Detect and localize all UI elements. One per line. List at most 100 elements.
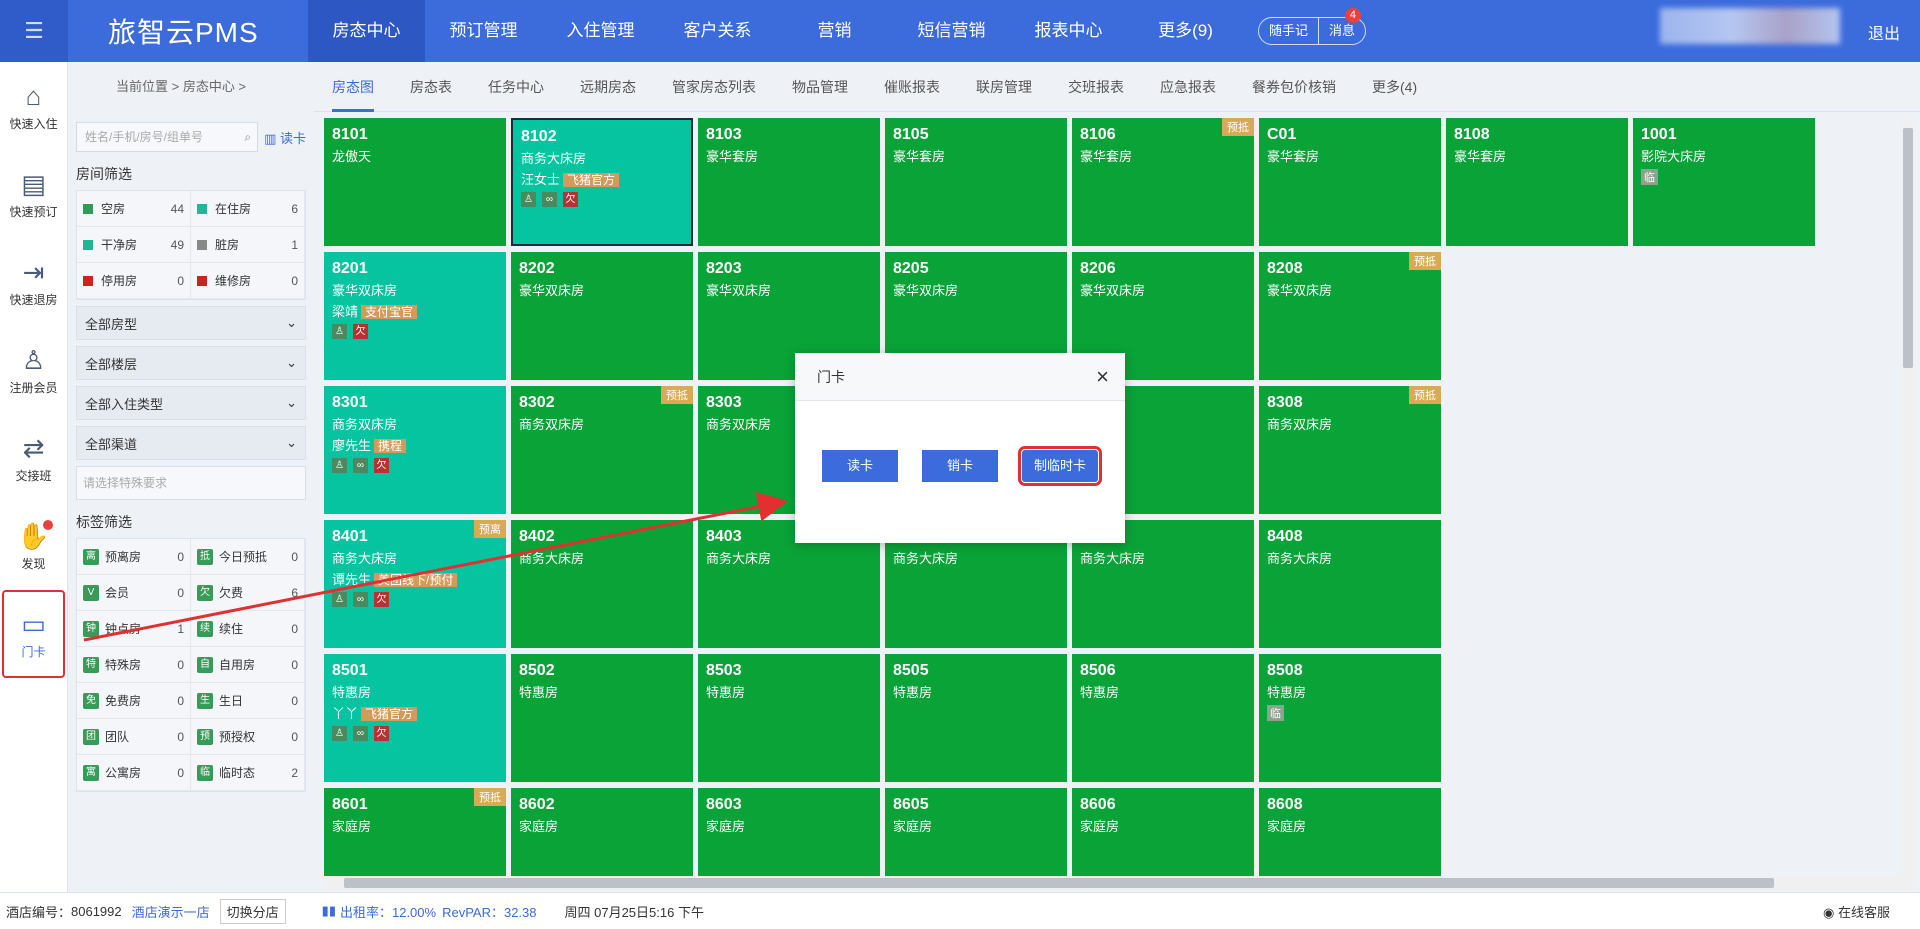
tag-filter-item[interactable]: 临 临时态 2 bbox=[191, 755, 305, 791]
room-card[interactable]: 8101 龙傲天 bbox=[324, 118, 506, 246]
room-card[interactable]: 8506 特惠房 bbox=[1072, 654, 1254, 782]
room-card[interactable]: 8301 商务双床房 廖先生 携程 ♙ ∞ 欠 bbox=[324, 386, 506, 514]
tag-filter-item[interactable]: V 会员 0 bbox=[77, 575, 191, 611]
tag-filter-item[interactable]: 钟 钟点房 1 bbox=[77, 611, 191, 647]
room-card[interactable]: 8605 家庭房 bbox=[885, 788, 1067, 878]
room-filter-item[interactable]: 脏房 1 bbox=[191, 227, 305, 263]
filter-select[interactable]: 全部房型 ⌄ bbox=[76, 306, 306, 340]
room-filter-item[interactable]: 维修房 0 bbox=[191, 263, 305, 299]
tag-filter-item[interactable]: 生 生日 0 bbox=[191, 683, 305, 719]
room-card[interactable]: 1001 影院大床房临 bbox=[1633, 118, 1815, 246]
filter-select[interactable]: 全部渠道 ⌄ bbox=[76, 426, 306, 460]
tag-filter-item[interactable]: 团 团队 0 bbox=[77, 719, 191, 755]
rail-item[interactable]: ▤ 快速预订 bbox=[0, 150, 67, 238]
horizontal-scroll-thumb[interactable] bbox=[344, 878, 1774, 888]
tag-filter-item[interactable]: 免 免费房 0 bbox=[77, 683, 191, 719]
room-card[interactable]: 8508 特惠房临 bbox=[1259, 654, 1441, 782]
search-input[interactable]: 姓名/手机/房号/组单号 ⌕ bbox=[76, 122, 259, 152]
tag-filter-item[interactable]: 欠 欠费 6 bbox=[191, 575, 305, 611]
room-card[interactable]: 8608 家庭房 bbox=[1259, 788, 1441, 878]
room-card[interactable]: 8501 特惠房 丫丫 飞猪官方 ♙ ∞ 欠 bbox=[324, 654, 506, 782]
room-filter-item[interactable]: 空房 44 bbox=[77, 191, 191, 227]
make-temp-card-button[interactable]: 制临时卡 bbox=[1018, 446, 1102, 486]
vertical-scroll-thumb[interactable] bbox=[1903, 128, 1913, 368]
rail-item[interactable]: ⇄ 交接班 bbox=[0, 414, 67, 502]
tag-filter-item[interactable]: 自 自用房 0 bbox=[191, 647, 305, 683]
room-card[interactable]: 8502 特惠房 bbox=[511, 654, 693, 782]
subnav-tab[interactable]: 房态表 bbox=[410, 62, 452, 112]
vertical-scrollbar[interactable] bbox=[1902, 120, 1914, 890]
room-card[interactable]: 8202 豪华双床房 bbox=[511, 252, 693, 380]
subnav-tab[interactable]: 催账报表 bbox=[884, 62, 940, 112]
close-icon[interactable]: × bbox=[1096, 364, 1109, 390]
topnav-item[interactable]: 房态中心 bbox=[308, 0, 425, 62]
logout-button[interactable]: 退出 bbox=[1868, 20, 1900, 44]
subnav-tab[interactable]: 物品管理 bbox=[792, 62, 848, 112]
rail-item[interactable]: ▭ 门卡 bbox=[2, 590, 65, 678]
tag-filter-item[interactable]: 抵 今日预抵 0 bbox=[191, 539, 305, 575]
room-card[interactable]: 8105 豪华套房 bbox=[885, 118, 1067, 246]
room-card[interactable]: 8503 特惠房 bbox=[698, 654, 880, 782]
filter-select[interactable]: 全部楼层 ⌄ bbox=[76, 346, 306, 380]
read-card-button[interactable]: ▥ 读卡 bbox=[264, 128, 306, 147]
tag-filter-item[interactable]: 续 续住 0 bbox=[191, 611, 305, 647]
room-card[interactable]: 8601 家庭房 预抵 bbox=[324, 788, 506, 878]
rail-item[interactable]: ✋ 发现 bbox=[0, 502, 67, 590]
horizontal-scrollbar[interactable] bbox=[324, 876, 1904, 890]
topnav-item[interactable]: 预订管理 bbox=[425, 0, 542, 62]
room-card[interactable]: 8103 豪华套房 bbox=[698, 118, 880, 246]
subnav-tab[interactable]: 远期房态 bbox=[580, 62, 636, 112]
topnav-item[interactable]: 营销 bbox=[776, 0, 893, 62]
rail-item[interactable]: ⇥ 快速退房 bbox=[0, 238, 67, 326]
room-card[interactable]: 8208 豪华双床房 预抵 bbox=[1259, 252, 1441, 380]
switch-branch-button[interactable]: 切换分店 bbox=[219, 898, 286, 924]
room-filter-item[interactable]: 停用房 0 bbox=[77, 263, 191, 299]
topnav-item[interactable]: 报表中心 bbox=[1010, 0, 1127, 62]
room-card[interactable]: 8308 商务双床房 预抵 bbox=[1259, 386, 1441, 514]
room-card[interactable]: 8201 豪华双床房 梁靖 支付宝官 ♙ 欠 bbox=[324, 252, 506, 380]
room-card[interactable]: 8108 豪华套房 bbox=[1446, 118, 1628, 246]
special-requirement-select[interactable]: 请选择特殊要求 bbox=[76, 466, 306, 500]
room-card[interactable]: 8401 商务大床房 谭先生 美团线下/预付 ♙ ∞ 欠预离 bbox=[324, 520, 506, 648]
search-icon[interactable]: ⌕ bbox=[244, 123, 251, 151]
user-avatar-blurred[interactable] bbox=[1660, 8, 1840, 44]
messages-button[interactable]: 消息 bbox=[1318, 18, 1365, 44]
topnav-item[interactable]: 入住管理 bbox=[542, 0, 659, 62]
room-card[interactable]: 8408 商务大床房 bbox=[1259, 520, 1441, 648]
subnav-tab[interactable]: 交班报表 bbox=[1068, 62, 1124, 112]
room-card[interactable]: 8603 家庭房 bbox=[698, 788, 880, 878]
topnav-item[interactable]: 更多(9) bbox=[1127, 0, 1244, 62]
tag-filter-item[interactable]: 离 预离房 0 bbox=[77, 539, 191, 575]
rail-item[interactable]: ♙ 注册会员 bbox=[0, 326, 67, 414]
online-service-button[interactable]: ◉ 在线客服 bbox=[1823, 902, 1890, 921]
rail-item[interactable]: ⌂ 快速入住 bbox=[0, 62, 67, 150]
read-card-dialog-button[interactable]: 读卡 bbox=[822, 450, 898, 482]
room-card[interactable]: 8102 商务大床房 汪女士 飞猪官方 ♙ ∞ 欠 bbox=[511, 118, 693, 246]
topnav-item[interactable]: 短信营销 bbox=[893, 0, 1010, 62]
notes-button[interactable]: 随手记 bbox=[1259, 18, 1318, 44]
topnav-item[interactable]: 客户关系 bbox=[659, 0, 776, 62]
tag-filter-item[interactable]: 寓 公寓房 0 bbox=[77, 755, 191, 791]
room-filter-item[interactable]: 在住房 6 bbox=[191, 191, 305, 227]
hotel-name-link[interactable]: 酒店演示一店 bbox=[132, 902, 210, 921]
subnav-tab[interactable]: 应急报表 bbox=[1160, 62, 1216, 112]
subnav-tab[interactable]: 管家房态列表 bbox=[672, 62, 756, 112]
room-filter-item[interactable]: 干净房 49 bbox=[77, 227, 191, 263]
cancel-card-button[interactable]: 销卡 bbox=[922, 450, 998, 482]
room-card[interactable]: 8505 特惠房 bbox=[885, 654, 1067, 782]
room-card[interactable]: C01 豪华套房 bbox=[1259, 118, 1441, 246]
subnav-tab[interactable]: 任务中心 bbox=[488, 62, 544, 112]
room-card[interactable]: 8602 家庭房 bbox=[511, 788, 693, 878]
filter-select[interactable]: 全部入住类型 ⌄ bbox=[76, 386, 306, 420]
tag-filter-item[interactable]: 预 预授权 0 bbox=[191, 719, 305, 755]
room-card[interactable]: 8606 家庭房 bbox=[1072, 788, 1254, 878]
subnav-tab[interactable]: 更多(4) bbox=[1372, 62, 1417, 112]
menu-toggle-icon[interactable]: ☰ bbox=[0, 0, 68, 62]
room-card[interactable]: 8302 商务双床房 预抵 bbox=[511, 386, 693, 514]
subnav-tab[interactable]: 餐券包价核销 bbox=[1252, 62, 1336, 112]
room-card[interactable]: 8402 商务大床房 bbox=[511, 520, 693, 648]
tag-filter-item[interactable]: 特 特殊房 0 bbox=[77, 647, 191, 683]
subnav-tab[interactable]: 联房管理 bbox=[976, 62, 1032, 112]
room-card[interactable]: 8106 豪华套房 预抵 bbox=[1072, 118, 1254, 246]
subnav-tab[interactable]: 房态图 bbox=[332, 62, 374, 112]
